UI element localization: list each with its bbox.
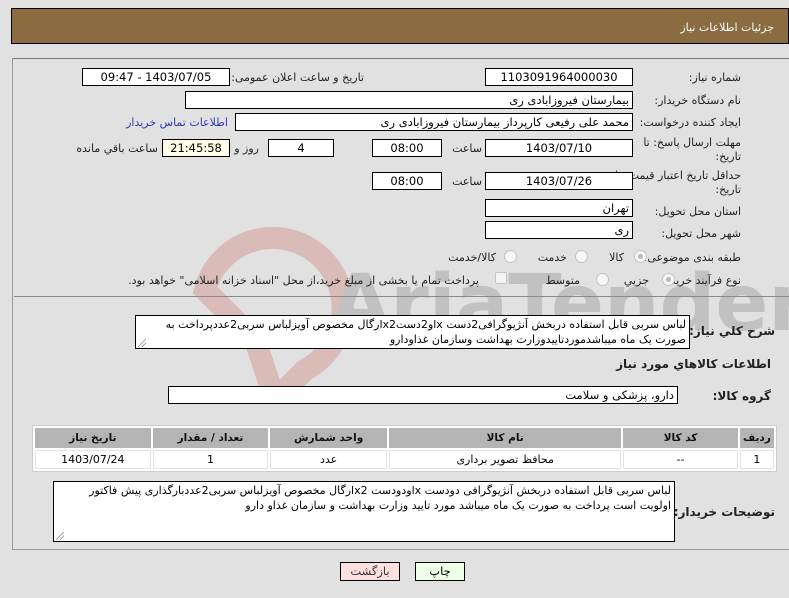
- announce-datetime-field: 1403/07/05 - 09:47: [82, 68, 230, 86]
- col-qty: تعداد / مقدار: [152, 428, 269, 448]
- cell-row: 1: [739, 450, 774, 469]
- cell-code: --: [623, 450, 738, 469]
- delivery-city-label: شهر محل تحویل:: [661, 227, 741, 240]
- table-header-row: رديف کد کالا نام کالا واحد شمارش تعداد /…: [35, 428, 774, 448]
- announce-datetime-label: تاریخ و ساعت اعلان عمومی:: [231, 71, 364, 84]
- response-deadline-label-2: تاریخ:: [715, 150, 741, 163]
- price-validity-label-2: تاریخ:: [715, 183, 741, 196]
- back-button[interactable]: بازگشت: [340, 562, 400, 581]
- details-panel: [12, 58, 789, 550]
- need-number-label: شماره نیاز:: [688, 71, 741, 84]
- buyer-org-label: نام دستگاه خریدار:: [654, 94, 741, 107]
- requester-field: محمد علی رفیعی کارپرداز بیمارستان فیروزا…: [235, 113, 633, 131]
- days-label: روز و: [234, 142, 259, 155]
- print-button[interactable]: چاپ: [415, 562, 465, 581]
- col-date: تاريخ نياز: [35, 428, 151, 448]
- purchase-type-radio-minor[interactable]: [662, 273, 675, 286]
- col-name: نام کالا: [389, 428, 622, 448]
- category-option-service: خدمت: [537, 251, 567, 264]
- goods-group-label: گروه کالا:: [712, 389, 771, 403]
- general-description-text: لباس سربی قابل استفاده دربخش آنژیوگرافی2…: [165, 318, 686, 346]
- buyer-org-field: بیمارستان فیروزابادی ری: [185, 91, 633, 109]
- goods-info-title: اطلاعات کالاهاي مورد نياز: [616, 357, 771, 371]
- category-option-goods: کالا: [609, 251, 624, 264]
- category-option-goods-service: کالا/خدمت: [448, 251, 496, 264]
- delivery-province-label: استان محل تحویل:: [654, 205, 741, 218]
- requester-label: ایجاد کننده درخواست:: [639, 116, 741, 129]
- purchase-type-option-minor: جزیي: [623, 274, 649, 287]
- divider: [14, 296, 789, 297]
- purchase-type-radio-medium[interactable]: [596, 273, 609, 286]
- category-radio-goods[interactable]: [634, 250, 647, 263]
- cell-name: محافظ تصویر برداری: [389, 450, 622, 469]
- col-unit: واحد شمارش: [270, 428, 387, 448]
- table-row: 1 -- محافظ تصویر برداری عدد 1 1403/07/24: [35, 450, 774, 469]
- page-header: جزئیات اطلاعات نیاز: [11, 8, 789, 44]
- cell-unit: عدد: [270, 450, 387, 469]
- price-validity-time-field: 08:00: [372, 172, 442, 190]
- treasury-note: پرداخت تمام یا بخشی از مبلغ خرید،از محل …: [128, 274, 479, 287]
- remaining-days-field: 4: [268, 139, 334, 157]
- resize-grip-icon[interactable]: [138, 339, 146, 347]
- remaining-time-field: 21:45:58: [162, 139, 230, 157]
- general-description-label: شرح کلي نياز:: [689, 324, 775, 338]
- category-label: طبقه بندی موضوعی:: [643, 251, 741, 264]
- price-validity-time-label: ساعت: [452, 175, 482, 188]
- buyer-notes-label: توضیحات خریدار:: [673, 505, 775, 519]
- page-title: جزئیات اطلاعات نیاز: [680, 21, 774, 34]
- resize-grip-icon[interactable]: [56, 532, 64, 540]
- category-radio-service[interactable]: [575, 250, 588, 263]
- general-description-textarea[interactable]: لباس سربی قابل استفاده دربخش آنژیوگرافی2…: [135, 315, 690, 349]
- goods-group-field: دارو، پزشکی و سلامت: [168, 386, 678, 404]
- cell-qty: 1: [152, 450, 269, 469]
- cell-date: 1403/07/24: [35, 450, 151, 469]
- delivery-city-field: ری: [485, 221, 633, 239]
- purchase-type-option-medium: متوسط: [545, 274, 580, 287]
- goods-table: رديف کد کالا نام کالا واحد شمارش تعداد /…: [32, 425, 777, 472]
- price-validity-date-field: 1403/07/26: [485, 172, 633, 190]
- response-time-field: 08:00: [372, 139, 442, 157]
- response-deadline-label: مهلت ارسال پاسخ: تا: [643, 136, 741, 149]
- col-code: کد کالا: [623, 428, 738, 448]
- need-number-field: 1103091964000030: [485, 68, 633, 86]
- response-time-label: ساعت: [452, 142, 482, 155]
- price-validity-label: حداقل تاریخ اعتبار قیمت: تا: [615, 169, 741, 182]
- buyer-contact-link[interactable]: اطلاعات تماس خریدار: [126, 116, 228, 129]
- buyer-notes-text: لباس سربی قابل استفاده دربخش آنژیوگرافی …: [89, 484, 671, 512]
- delivery-province-field: تهران: [485, 199, 633, 217]
- buyer-notes-textarea[interactable]: لباس سربی قابل استفاده دربخش آنژیوگرافی …: [53, 481, 675, 542]
- treasury-checkbox[interactable]: [495, 272, 507, 284]
- col-row: رديف: [739, 428, 774, 448]
- response-date-field: 1403/07/10: [485, 139, 633, 157]
- category-radio-goods-service[interactable]: [504, 250, 517, 263]
- remaining-time-label: ساعت باقي مانده: [76, 142, 158, 155]
